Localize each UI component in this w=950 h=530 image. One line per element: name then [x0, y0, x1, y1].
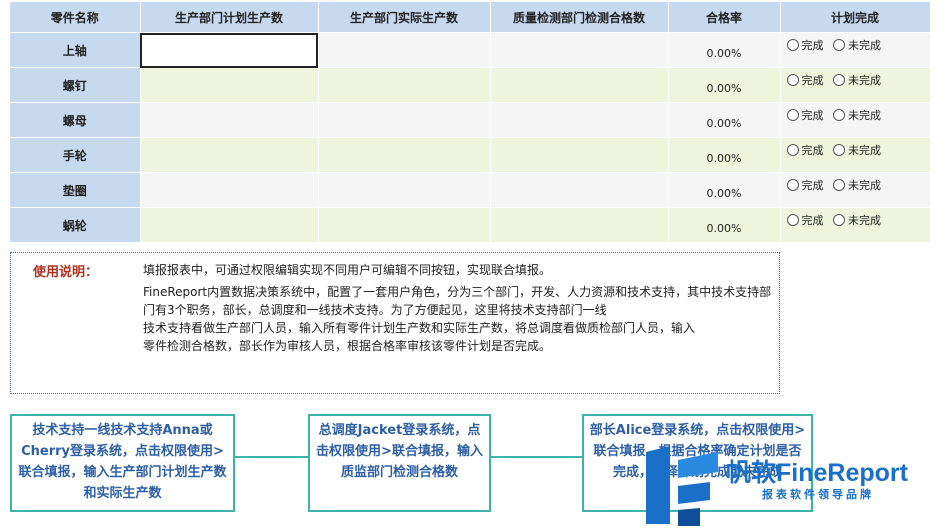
part-name: 螺钉: [10, 67, 141, 103]
radio-done-label: 完成: [801, 74, 824, 87]
qualified-input[interactable]: [490, 207, 669, 243]
radio-done[interactable]: [786, 179, 799, 191]
radio-undone[interactable]: [833, 179, 845, 191]
radio-done-label: 完成: [801, 179, 824, 192]
finereport-logo-mark-icon: [646, 446, 718, 526]
plan-complete-radios: 完成 未完成: [780, 207, 931, 243]
radio-undone-label: 未完成: [848, 179, 881, 192]
radio-undone-label: 未完成: [848, 144, 881, 157]
rate-value: 0.00%: [668, 137, 781, 173]
flow-step-dispatcher: 总调度Jacket登录系统，点击权限使用>联合填报，输入质监部门检测合格数: [308, 414, 491, 512]
radio-undone-label: 未完成: [848, 214, 881, 227]
planned-input[interactable]: [140, 172, 319, 208]
flow-connector: [234, 456, 308, 458]
actual-input[interactable]: [318, 172, 491, 208]
logo-en: FineReport: [776, 459, 908, 487]
qualified-input[interactable]: [490, 102, 669, 138]
actual-input[interactable]: [318, 32, 491, 68]
radio-undone[interactable]: [833, 214, 845, 226]
table-row: 手轮 0.00% 完成 未完成: [10, 137, 931, 173]
header-planned: 生产部门计划生产数: [140, 2, 319, 33]
flow-step-tech-support: 技术支持一线技术支持Anna或Cherry登录系统，点击权限使用>联合填报，输入…: [10, 414, 235, 512]
plan-complete-radios: 完成 未完成: [780, 172, 931, 208]
radio-undone-label: 未完成: [848, 39, 881, 52]
usage-note-line: 零件检测合格数，部长作为审核人员，根据合格率审核该零件计划是否完成。: [143, 339, 552, 353]
part-name: 上轴: [10, 32, 141, 68]
logo-wordmark: 帆软FineReport: [726, 453, 908, 489]
qualified-input[interactable]: [490, 172, 669, 208]
table-row: 垫圈 0.00% 完成 未完成: [10, 172, 931, 208]
radio-undone[interactable]: [833, 109, 845, 121]
header-qualified: 质量检测部门检测合格数: [490, 2, 669, 33]
finereport-logo: 帆软FineReport 报表软件领导品牌: [640, 438, 940, 530]
radio-done-label: 完成: [801, 144, 824, 157]
rate-value: 0.00%: [668, 207, 781, 243]
radio-undone-label: 未完成: [848, 109, 881, 122]
actual-input[interactable]: [318, 137, 491, 173]
table-row: 螺钉 0.00% 完成 未完成: [10, 67, 931, 103]
rate-value: 0.00%: [668, 32, 781, 68]
plan-complete-radios: 完成 未完成: [780, 102, 931, 138]
planned-input[interactable]: [140, 137, 319, 173]
usage-note-line: 技术支持看做生产部门人员，输入所有零件计划生产数和实际生产数，将总调度看做质检部…: [143, 321, 696, 335]
actual-input[interactable]: [318, 102, 491, 138]
qualified-input[interactable]: [490, 137, 669, 173]
part-name: 手轮: [10, 137, 141, 173]
radio-done[interactable]: [786, 214, 799, 226]
actual-input[interactable]: [318, 207, 491, 243]
radio-done[interactable]: [786, 144, 799, 156]
table-row: 螺母 0.00% 完成 未完成: [10, 102, 931, 138]
header-plan-complete: 计划完成: [780, 2, 931, 33]
radio-done[interactable]: [786, 39, 799, 51]
planned-input[interactable]: [140, 207, 319, 243]
rate-value: 0.00%: [668, 67, 781, 103]
qualified-input[interactable]: [490, 32, 669, 68]
usage-note-line: FineReport内置数据决策系统中，配置了一套用户角色，分为三个部门，开发、…: [143, 285, 772, 317]
part-name: 螺母: [10, 102, 141, 138]
radio-undone[interactable]: [833, 74, 845, 86]
fill-table: 零件名称 生产部门计划生产数 生产部门实际生产数 质量检测部门检测合格数 合格率…: [10, 2, 931, 243]
table-row: 蜗轮 0.00% 完成 未完成: [10, 207, 931, 243]
radio-undone-label: 未完成: [848, 74, 881, 87]
usage-note-line: 填报报表中，可通过权限编辑实现不同用户可编辑不同按钮，实现联合填报。: [143, 263, 552, 277]
radio-undone[interactable]: [833, 144, 845, 156]
part-name: 蜗轮: [10, 207, 141, 243]
header-actual: 生产部门实际生产数: [318, 2, 491, 33]
planned-input[interactable]: [140, 32, 319, 68]
plan-complete-radios: 完成 未完成: [780, 32, 931, 68]
header-part-name: 零件名称: [10, 2, 141, 33]
logo-tagline: 报表软件领导品牌: [762, 488, 874, 501]
radio-done[interactable]: [786, 109, 799, 121]
part-name: 垫圈: [10, 172, 141, 208]
planned-input[interactable]: [140, 102, 319, 138]
radio-done-label: 完成: [801, 109, 824, 122]
rate-value: 0.00%: [668, 102, 781, 138]
radio-undone[interactable]: [833, 39, 845, 51]
actual-input[interactable]: [318, 67, 491, 103]
table-row: 上轴 0.00% 完成 未完成: [10, 32, 931, 68]
usage-note-box: 使用说明： 填报报表中，可通过权限编辑实现不同用户可编辑不同按钮，实现联合填报。…: [10, 252, 780, 394]
logo-cn: 帆软: [726, 459, 777, 487]
plan-complete-radios: 完成 未完成: [780, 137, 931, 173]
radio-done-label: 完成: [801, 39, 824, 52]
plan-complete-radios: 完成 未完成: [780, 67, 931, 103]
qualified-input[interactable]: [490, 67, 669, 103]
header-rate: 合格率: [668, 2, 781, 33]
radio-done-label: 完成: [801, 214, 824, 227]
usage-note-title: 使用说明：: [33, 265, 99, 280]
planned-input[interactable]: [140, 67, 319, 103]
rate-value: 0.00%: [668, 172, 781, 208]
flow-connector: [490, 456, 582, 458]
usage-note-body: 填报报表中，可通过权限编辑实现不同用户可编辑不同按钮，实现联合填报。 FineR…: [143, 261, 773, 359]
radio-done[interactable]: [786, 74, 799, 86]
